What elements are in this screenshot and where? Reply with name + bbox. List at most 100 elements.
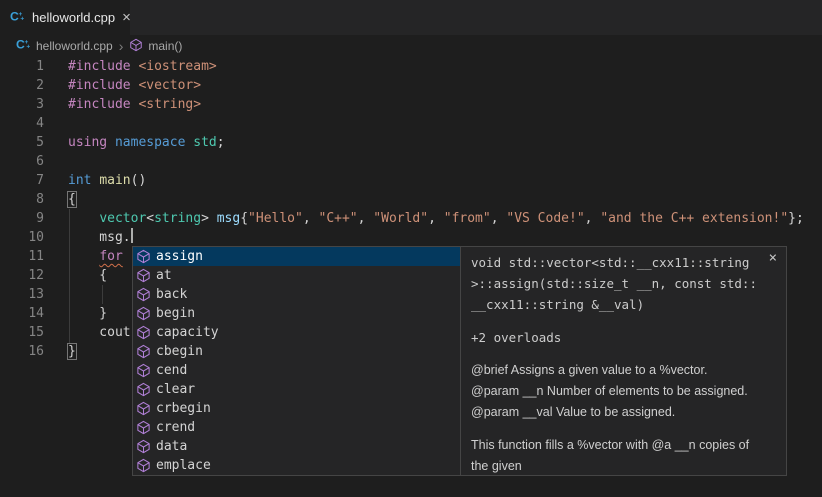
suggest-item-at[interactable]: at <box>133 266 460 285</box>
suggest-item-emplace[interactable]: emplace <box>133 456 460 475</box>
code-text: { <box>68 266 107 285</box>
code-token <box>68 211 99 226</box>
docs-line: +2 overloads <box>471 327 760 348</box>
text-cursor <box>131 228 133 243</box>
suggest-item-label: crbegin <box>156 401 211 416</box>
suggest-item-label: data <box>156 439 187 454</box>
tab-helloworld-cpp[interactable]: C + + helloworld.cpp × <box>0 0 130 35</box>
code-text: #include <string> <box>68 95 201 114</box>
suggest-item-crbegin[interactable]: crbegin <box>133 399 460 418</box>
symbol-method-icon <box>136 458 151 473</box>
line-number[interactable]: 16 <box>0 342 44 361</box>
code-token: { <box>68 268 107 283</box>
docs-line: This function fills a %vector with @a __… <box>471 435 760 456</box>
docs-line: @param __n Number of elements to be assi… <box>471 381 760 402</box>
code-line[interactable]: 9 vector<string> msg{"Hello", "C++", "Wo… <box>0 209 822 228</box>
suggest-item-clear[interactable]: clear <box>133 380 460 399</box>
code-token: cout <box>68 325 131 340</box>
vscode-window: C + + helloworld.cpp × C + + helloworld.… <box>0 0 822 497</box>
code-editor[interactable]: 1 #include <iostream> 2 #include <vector> 3 #… <box>0 57 822 497</box>
symbol-method-icon <box>136 325 151 340</box>
code-token: <iostream> <box>138 59 216 74</box>
breadcrumb-symbol[interactable]: main() <box>148 39 182 53</box>
docs-line: @param __val Value to be assigned. <box>471 402 760 423</box>
code-token: , <box>358 211 374 226</box>
line-number[interactable]: 5 <box>0 133 44 152</box>
line-number[interactable]: 13 <box>0 285 44 304</box>
suggest-item-label: emplace <box>156 458 211 473</box>
cpp-icon-slot-tab: C + + <box>10 9 25 27</box>
code-line[interactable]: 7 int main() <box>0 171 822 190</box>
code-line[interactable]: 5using namespace std; <box>0 133 822 152</box>
suggest-item-label: assign <box>156 249 203 264</box>
suggest-item-cbegin[interactable]: cbegin <box>133 342 460 361</box>
editor-tab-bar: C + + helloworld.cpp × <box>0 0 822 35</box>
docs-spacer <box>471 423 760 435</box>
line-number[interactable]: 2 <box>0 76 44 95</box>
svg-text:+: + <box>26 43 30 50</box>
code-text: vector<string> msg{"Hello", "C++", "Worl… <box>68 209 804 228</box>
line-number[interactable]: 3 <box>0 95 44 114</box>
svg-text:+: + <box>20 15 24 22</box>
suggest-item-cend[interactable]: cend <box>133 361 460 380</box>
line-number[interactable]: 6 <box>0 152 44 171</box>
code-line[interactable]: 3 #include <string> <box>0 95 822 114</box>
suggest-item-back[interactable]: back <box>133 285 460 304</box>
code-token: () <box>131 173 147 188</box>
code-token: , <box>491 211 507 226</box>
docs-line: __cxx11::string &__val) <box>471 294 760 315</box>
code-text: #include <vector> <box>68 76 201 95</box>
tab-close-icon[interactable]: × <box>122 10 131 25</box>
suggest-item-label: at <box>156 268 172 283</box>
code-token: <vector> <box>138 78 201 93</box>
cpp-icon-slot-crumb: C + + <box>16 37 31 55</box>
code-text: #include <iostream> <box>68 57 217 76</box>
suggest-item-crend[interactable]: crend <box>133 418 460 437</box>
code-text: } <box>68 304 107 323</box>
line-number[interactable]: 1 <box>0 57 44 76</box>
code-token: msg. <box>68 230 131 245</box>
line-number[interactable]: 9 <box>0 209 44 228</box>
line-number[interactable]: 10 <box>0 228 44 247</box>
suggest-item-label: back <box>156 287 187 302</box>
line-number[interactable]: 12 <box>0 266 44 285</box>
line-number[interactable]: 14 <box>0 304 44 323</box>
code-line[interactable]: 4 <box>0 114 822 133</box>
symbol-method-icon <box>136 268 151 283</box>
suggest-item-begin[interactable]: begin <box>133 304 460 323</box>
cpp-file-icon: C + + <box>16 37 31 52</box>
code-line[interactable]: 8{ <box>0 190 822 209</box>
code-token: { <box>240 211 248 226</box>
code-token: }; <box>788 211 804 226</box>
code-line[interactable]: 6 <box>0 152 822 171</box>
docs-line: @brief Assigns a given value to a %vecto… <box>471 360 760 381</box>
line-number[interactable]: 4 <box>0 114 44 133</box>
suggest-item-label: begin <box>156 306 195 321</box>
code-token: } <box>68 344 76 359</box>
code-token: #include <box>68 78 138 93</box>
code-token: main <box>99 173 130 188</box>
suggest-item-capacity[interactable]: capacity <box>133 323 460 342</box>
code-token: "Hello" <box>248 211 303 226</box>
line-number[interactable]: 8 <box>0 190 44 209</box>
suggest-item-data[interactable]: data <box>133 437 460 456</box>
code-token: > <box>201 211 217 226</box>
code-token: int <box>68 173 91 188</box>
suggest-item-assign[interactable]: assign <box>133 247 460 266</box>
code-line[interactable]: 1 #include <iostream> <box>0 57 822 76</box>
code-line[interactable]: 2 #include <vector> <box>0 76 822 95</box>
line-number[interactable]: 7 <box>0 171 44 190</box>
line-number[interactable]: 15 <box>0 323 44 342</box>
code-token: , <box>428 211 444 226</box>
code-token: ; <box>217 135 225 150</box>
breadcrumb-file[interactable]: helloworld.cpp <box>36 39 113 53</box>
code-token: namespace <box>115 135 185 150</box>
code-token: "VS Code!" <box>506 211 584 226</box>
docs-line: >::assign(std::size_t __n, const std:: <box>471 273 760 294</box>
code-token: vector <box>99 211 146 226</box>
suggest-item-label: clear <box>156 382 195 397</box>
line-number[interactable]: 11 <box>0 247 44 266</box>
code-line[interactable]: 10 msg. <box>0 228 822 247</box>
symbol-method-icon <box>136 287 151 302</box>
close-icon[interactable]: × <box>769 251 777 265</box>
